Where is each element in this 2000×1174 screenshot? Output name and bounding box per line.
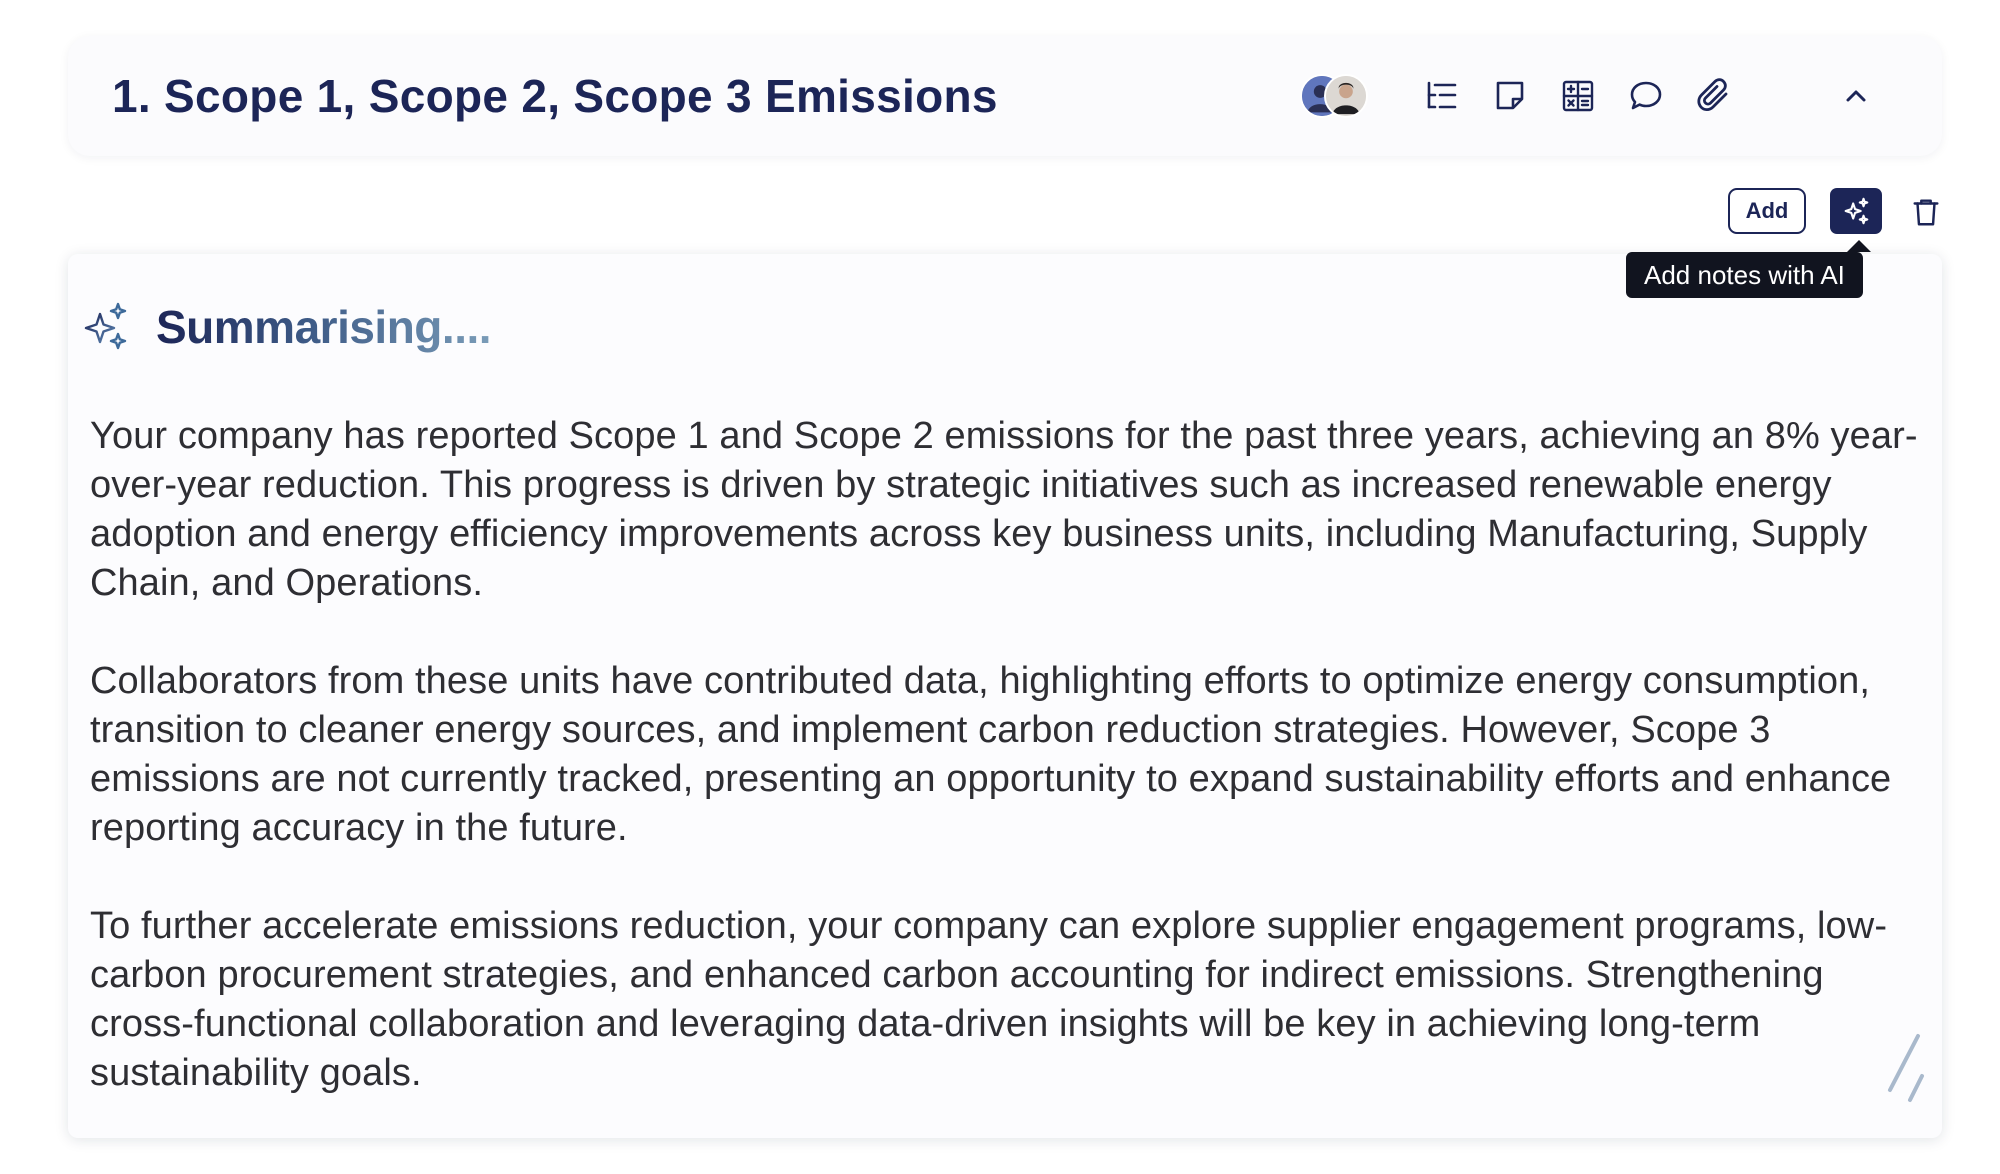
summary-paragraph: Your company has reported Scope 1 and Sc… bbox=[90, 415, 1918, 604]
section-header[interactable]: 1. Scope 1, Scope 2, Scope 3 Emissions bbox=[68, 36, 1942, 156]
sparkles-icon bbox=[1844, 197, 1869, 225]
delete-button[interactable] bbox=[1904, 190, 1948, 234]
avatar[interactable] bbox=[1324, 74, 1368, 118]
summary-status-label: Summarising.... bbox=[156, 301, 492, 353]
calculator-icon[interactable] bbox=[1556, 74, 1600, 118]
summary-paragraph: Collaborators from these units have cont… bbox=[90, 660, 1892, 849]
chevron-up-icon[interactable] bbox=[1834, 74, 1878, 118]
add-button[interactable]: Add bbox=[1728, 188, 1806, 234]
comment-icon[interactable] bbox=[1624, 74, 1668, 118]
header-toolbar bbox=[1300, 36, 1748, 156]
paperclip-icon[interactable] bbox=[1692, 74, 1736, 118]
summary-card[interactable]: Summarising.... Your company has reporte… bbox=[68, 254, 1942, 1138]
section-title: 1. Scope 1, Scope 2, Scope 3 Emissions bbox=[112, 70, 998, 122]
tooltip-arrow bbox=[1847, 240, 1871, 252]
add-notes-with-ai-button[interactable] bbox=[1830, 188, 1882, 234]
trash-icon bbox=[1913, 199, 1939, 226]
sparkles-icon bbox=[84, 302, 127, 350]
summary-text[interactable]: Your company has reported Scope 1 and Sc… bbox=[90, 412, 1928, 1147]
outline-icon[interactable] bbox=[1420, 74, 1464, 118]
collaborator-avatars[interactable] bbox=[1300, 72, 1380, 120]
summary-paragraph: To further accelerate emissions reductio… bbox=[90, 905, 1888, 1094]
resize-handle-icon[interactable] bbox=[1880, 1030, 1930, 1110]
page: 1. Scope 1, Scope 2, Scope 3 Emissions A… bbox=[0, 0, 2000, 1174]
ai-tooltip: Add notes with AI bbox=[1626, 252, 1863, 298]
summary-heading: Summarising.... bbox=[78, 298, 492, 356]
sticky-note-icon[interactable] bbox=[1488, 74, 1532, 118]
